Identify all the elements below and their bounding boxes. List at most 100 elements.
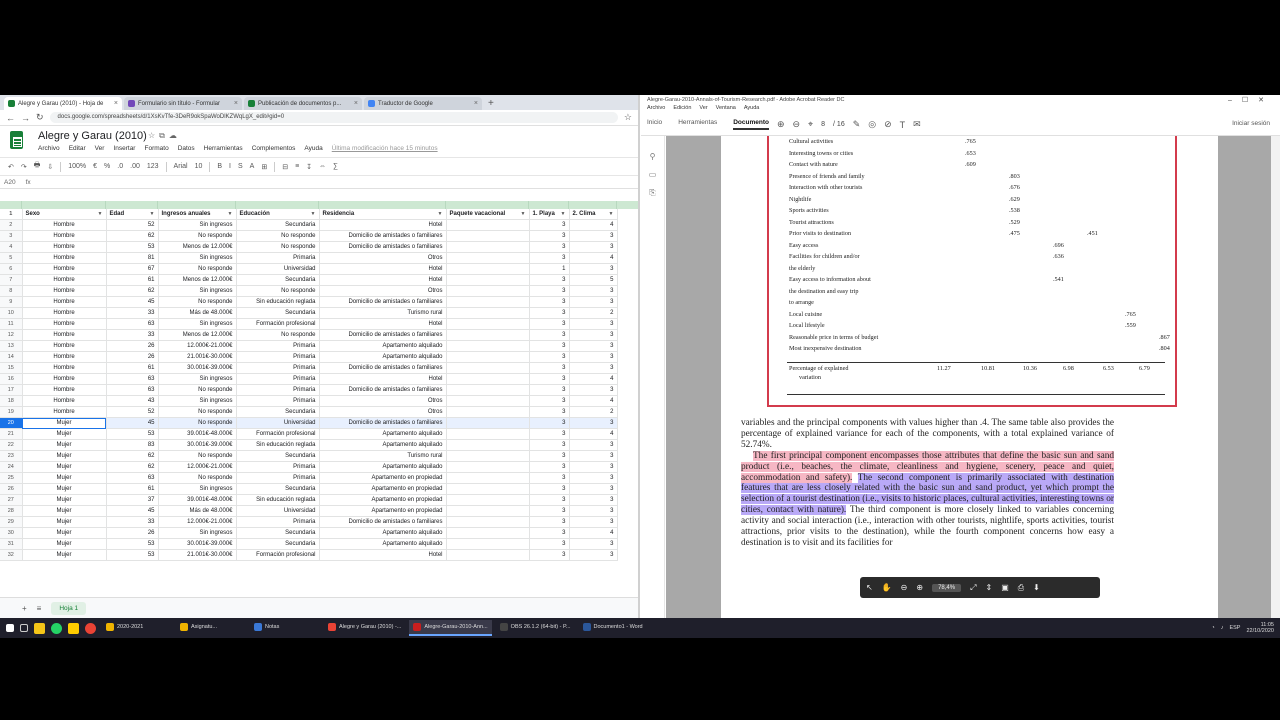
table-cell[interactable]: 2 [569, 307, 618, 319]
table-cell[interactable]: 3 [529, 527, 570, 539]
table-cell[interactable]: 3 [569, 439, 618, 451]
browser-tab[interactable]: Alegre y Garau (2010) - Hoja de × [4, 97, 122, 110]
table-cell[interactable]: Hombre [22, 318, 107, 330]
table-cell[interactable]: Mujer [22, 450, 107, 462]
table-cell[interactable]: 33 [106, 329, 159, 341]
table-cell[interactable]: 3 [529, 241, 570, 253]
table-cell[interactable] [446, 351, 530, 363]
table-cell[interactable]: Sin educación reglada [236, 439, 320, 451]
menu-item[interactable]: Archivo [38, 145, 60, 152]
table-cell[interactable]: 30.001€-39.000€ [158, 538, 237, 550]
taskbar-app[interactable]: Alegre y Garau (2010) -... [324, 620, 405, 636]
table-cell[interactable]: 3 [569, 483, 618, 495]
row-number[interactable]: 8 [0, 285, 23, 297]
table-cell[interactable]: Sin ingresos [158, 373, 237, 385]
toolbar-button[interactable]: ⊞ [261, 163, 267, 171]
toolbar-button[interactable]: % [104, 163, 110, 170]
table-cell[interactable]: Domicilio de amistades o familiares [319, 241, 447, 253]
table-cell[interactable]: 3 [529, 307, 570, 319]
table-cell[interactable]: Hombre [22, 329, 107, 341]
table-cell[interactable]: Hombre [22, 395, 107, 407]
tab-close-icon[interactable]: × [234, 100, 238, 107]
table-cell[interactable]: 33 [106, 516, 159, 528]
table-cell[interactable]: 3 [569, 538, 618, 550]
table-cell[interactable]: No responde [158, 450, 237, 462]
table-cell[interactable]: 53 [106, 428, 159, 440]
row-number[interactable]: 12 [0, 329, 23, 341]
move-folder-icon[interactable]: ⧉ [159, 131, 169, 140]
table-cell[interactable] [446, 461, 530, 473]
table-cell[interactable]: No responde [158, 384, 237, 396]
taskbar-app[interactable]: Asignatu... [176, 620, 246, 636]
table-cell[interactable]: 3 [529, 450, 570, 462]
table-cell[interactable]: 3 [569, 450, 618, 462]
table-cell[interactable]: Menos de 12.000€ [158, 274, 237, 286]
table-cell[interactable]: Sin ingresos [158, 527, 237, 539]
row-number[interactable]: 11 [0, 318, 23, 330]
table-cell[interactable]: Sin educación reglada [236, 296, 320, 308]
filter-icon[interactable]: ▼ [438, 209, 443, 219]
toolbar-button[interactable]: 100% [68, 163, 86, 170]
pdf-menu-item[interactable]: Edición [673, 105, 691, 114]
table-cell[interactable]: 3 [529, 461, 570, 473]
table-cell[interactable]: Formación profesional [236, 428, 320, 440]
table-cell[interactable] [446, 263, 530, 275]
table-cell[interactable] [446, 439, 530, 451]
row-number[interactable]: 29 [0, 516, 23, 528]
pdf-tab[interactable]: Inicio [647, 119, 662, 130]
table-cell[interactable]: Hombre [22, 296, 107, 308]
pdf-menu-item[interactable]: Ayuda [744, 105, 760, 114]
table-cell[interactable]: Secundaria [236, 527, 320, 539]
table-cell[interactable]: Mujer [22, 428, 107, 440]
table-cell[interactable]: 45 [106, 417, 159, 429]
table-cell[interactable]: Hotel [319, 263, 447, 275]
table-cell[interactable]: 4 [569, 428, 618, 440]
table-cell[interactable]: 61 [106, 274, 159, 286]
table-cell[interactable]: Domicilio de amistades o familiares [319, 417, 447, 429]
task-view-icon[interactable] [20, 624, 28, 632]
reload-icon[interactable]: ↻ [36, 112, 44, 123]
table-cell[interactable] [446, 406, 530, 418]
table-cell[interactable]: 4 [569, 527, 618, 539]
table-cell[interactable]: 3 [529, 373, 570, 385]
column-header[interactable]: Paquete vacacional ▼ [446, 209, 530, 220]
notes-app-icon[interactable] [68, 622, 79, 634]
table-cell[interactable] [446, 472, 530, 484]
whatsapp-icon[interactable] [51, 622, 62, 634]
table-cell[interactable]: 3 [529, 472, 570, 484]
table-cell[interactable]: Domicilio de amistades o familiares [319, 362, 447, 374]
table-cell[interactable]: 3 [529, 318, 570, 330]
table-cell[interactable]: 45 [106, 505, 159, 517]
all-sheets-icon[interactable]: ≡ [37, 604, 42, 613]
column-letter[interactable] [22, 201, 106, 209]
fit-icon[interactable]: ⤢ [970, 583, 976, 593]
table-cell[interactable]: 52 [106, 219, 159, 231]
table-cell[interactable]: Primaria [236, 461, 320, 473]
row-number[interactable]: 21 [0, 428, 23, 440]
table-cell[interactable]: Hotel [319, 318, 447, 330]
start-icon[interactable] [6, 624, 14, 632]
table-cell[interactable]: 4 [569, 252, 618, 264]
table-cell[interactable]: Sin ingresos [158, 318, 237, 330]
table-cell[interactable]: No responde [236, 285, 320, 297]
column-header[interactable]: Edad ▼ [106, 209, 159, 220]
document-title[interactable]: Alegre y Garau (2010) [38, 130, 147, 142]
table-cell[interactable]: Apartamento alquilado [319, 351, 447, 363]
table-cell[interactable]: Primaria [236, 340, 320, 352]
table-cell[interactable] [446, 318, 530, 330]
save-icon[interactable]: ▣ [1001, 583, 1009, 592]
table-cell[interactable]: 3 [529, 483, 570, 495]
filter-icon[interactable]: ▼ [150, 209, 155, 219]
toolbar-button[interactable]: ↶ [8, 163, 14, 171]
table-cell[interactable] [446, 307, 530, 319]
table-cell[interactable]: 3 [569, 384, 618, 396]
table-cell[interactable]: 12.000€-21.000€ [158, 516, 237, 528]
table-cell[interactable] [446, 384, 530, 396]
column-letter[interactable] [236, 201, 319, 209]
table-cell[interactable]: Mujer [22, 461, 107, 473]
table-cell[interactable]: 53 [106, 241, 159, 253]
table-cell[interactable] [446, 395, 530, 407]
table-cell[interactable]: Mujer [22, 439, 107, 451]
table-cell[interactable]: Mujer [22, 483, 107, 495]
pdf-tab[interactable]: Herramientas [678, 119, 717, 130]
